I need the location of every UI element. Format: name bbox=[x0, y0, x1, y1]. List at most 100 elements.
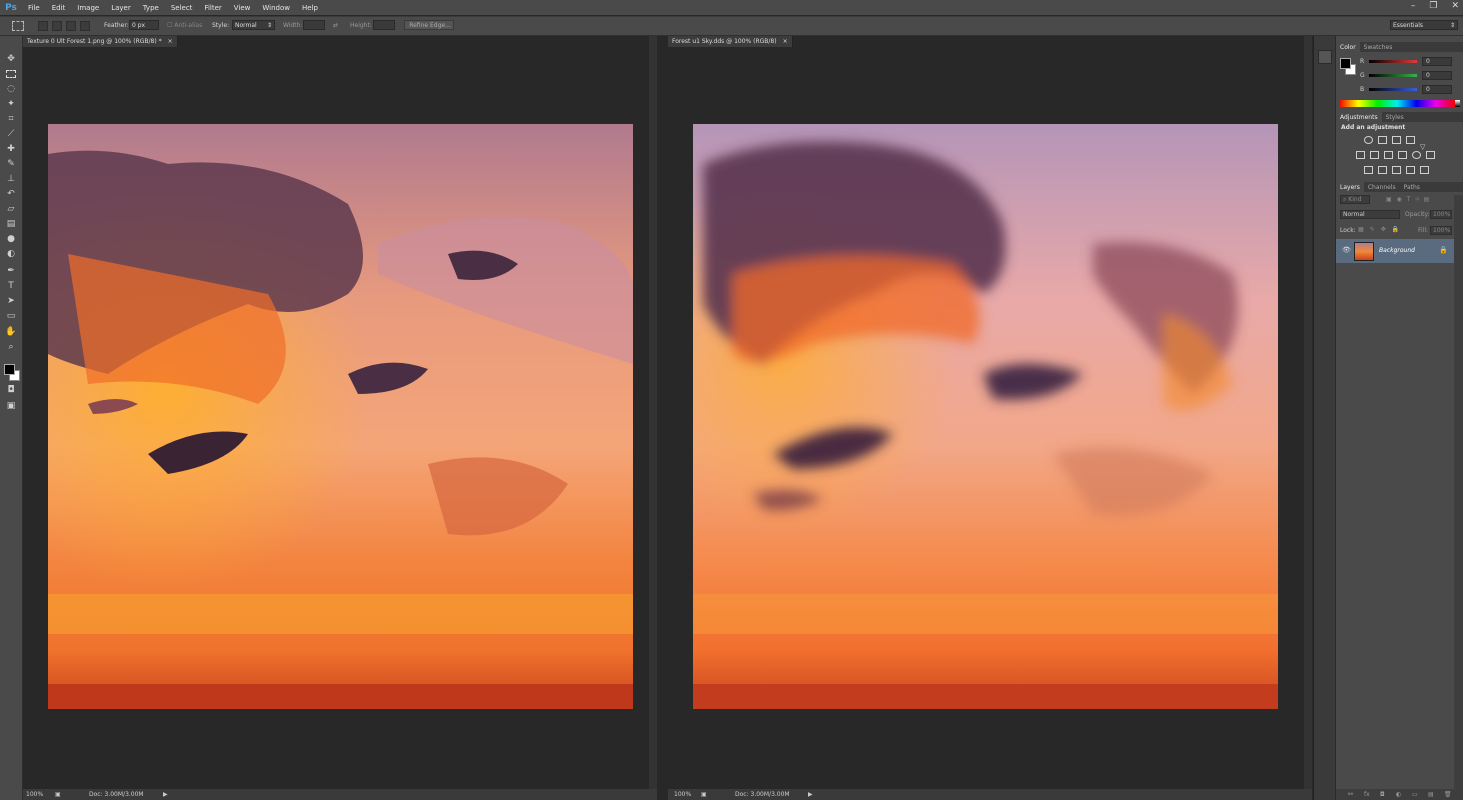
new-layer-icon[interactable]: ▤ bbox=[1428, 791, 1434, 798]
vertical-scrollbar-2[interactable] bbox=[1304, 36, 1312, 800]
green-slider-track[interactable] bbox=[1369, 74, 1417, 77]
filter-kind-select[interactable]: ⌕ Kind bbox=[1340, 195, 1370, 204]
color-foreground-swatch[interactable] bbox=[1340, 58, 1351, 69]
menu-window[interactable]: Window bbox=[256, 4, 296, 12]
clone-stamp-icon[interactable]: ⊥ bbox=[4, 172, 18, 185]
status-menu-arrow-icon[interactable]: ▶ bbox=[808, 791, 813, 798]
blue-value-input[interactable]: 0 bbox=[1422, 85, 1452, 94]
eraser-icon[interactable]: ▱ bbox=[4, 202, 18, 215]
screen-mode-icon[interactable]: ▣ bbox=[4, 399, 18, 412]
type-tool-icon[interactable]: T bbox=[4, 279, 18, 292]
fill-input[interactable]: 100% bbox=[1430, 226, 1452, 235]
canvas-image-1[interactable] bbox=[48, 124, 633, 709]
tab-layers[interactable]: Layers bbox=[1336, 182, 1364, 192]
threshold-icon[interactable] bbox=[1392, 166, 1401, 174]
brightness-contrast-icon[interactable] bbox=[1364, 136, 1373, 144]
new-selection-icon[interactable] bbox=[38, 21, 48, 31]
fx-icon[interactable]: fx bbox=[1364, 791, 1370, 798]
invert-icon[interactable] bbox=[1364, 166, 1373, 174]
quick-mask-icon[interactable]: ◘ bbox=[4, 383, 18, 396]
lasso-icon[interactable]: ◌ bbox=[4, 82, 18, 95]
document-tab-1[interactable]: Texture 0 Ult Forest 1.png @ 100% (RGB/8… bbox=[23, 36, 178, 47]
lock-icons[interactable]: ▦✎✥🔒 bbox=[1358, 226, 1405, 233]
close-window-button[interactable]: ✕ bbox=[1451, 1, 1459, 11]
tab-swatches[interactable]: Swatches bbox=[1360, 42, 1397, 52]
red-slider-track[interactable] bbox=[1369, 60, 1417, 63]
add-mask-icon[interactable]: ◘ bbox=[1380, 791, 1385, 798]
black-white-ramp[interactable] bbox=[1455, 100, 1460, 107]
pen-icon[interactable]: ✒ bbox=[4, 264, 18, 277]
path-selection-icon[interactable]: ➤ bbox=[4, 294, 18, 307]
delete-layer-icon[interactable]: 🗑 bbox=[1444, 791, 1452, 798]
new-adjustment-layer-icon[interactable]: ◐ bbox=[1396, 791, 1401, 798]
tab-paths[interactable]: Paths bbox=[1400, 182, 1424, 192]
intersect-selection-icon[interactable] bbox=[80, 21, 90, 31]
hand-icon[interactable]: ✋ bbox=[4, 325, 18, 338]
rectangular-marquee-icon[interactable] bbox=[4, 67, 18, 80]
layer-row-background[interactable]: 👁 Background 🔒 bbox=[1336, 239, 1454, 263]
link-layers-icon[interactable]: ⚯ bbox=[1348, 791, 1353, 798]
document-tab-2[interactable]: Forest u1 Sky.dds @ 100% (RGB/8) × bbox=[668, 36, 793, 47]
feather-input[interactable]: 0 px bbox=[129, 20, 159, 30]
menu-file[interactable]: File bbox=[22, 4, 46, 12]
zoom-level[interactable]: 100% bbox=[674, 791, 691, 798]
crop-icon[interactable]: ⌗ bbox=[4, 112, 18, 125]
dodge-icon[interactable]: ◐ bbox=[4, 247, 18, 260]
marquee-tool-preset-icon[interactable] bbox=[12, 21, 24, 31]
subtract-selection-icon[interactable] bbox=[66, 21, 76, 31]
black-white-icon[interactable] bbox=[1384, 151, 1393, 159]
history-panel-icon[interactable] bbox=[1318, 50, 1332, 64]
move-tool-icon[interactable]: ✥ bbox=[4, 52, 18, 65]
tab-color[interactable]: Color bbox=[1336, 42, 1360, 52]
red-value-input[interactable]: 0 bbox=[1422, 57, 1452, 66]
menu-help[interactable]: Help bbox=[296, 4, 324, 12]
healing-brush-icon[interactable]: ✚ bbox=[4, 142, 18, 155]
close-tab-icon[interactable]: × bbox=[168, 38, 173, 45]
levels-icon[interactable] bbox=[1378, 136, 1387, 144]
opacity-input[interactable]: 100% bbox=[1430, 210, 1452, 219]
zoom-icon[interactable]: ⌕ bbox=[4, 340, 18, 353]
foreground-color-swatch[interactable] bbox=[4, 364, 15, 375]
vertical-scrollbar-1[interactable] bbox=[649, 36, 657, 800]
workspace-select[interactable]: Essentials ⇕ bbox=[1390, 20, 1458, 30]
exposure-icon[interactable] bbox=[1406, 136, 1415, 144]
menu-layer[interactable]: Layer bbox=[105, 4, 137, 12]
channel-mixer-icon[interactable] bbox=[1412, 151, 1421, 159]
status-menu-arrow-icon[interactable]: ▶ bbox=[163, 791, 168, 798]
doc-info-icon[interactable]: ▣ bbox=[701, 791, 707, 798]
height-input[interactable] bbox=[373, 20, 395, 30]
tab-styles[interactable]: Styles bbox=[1382, 112, 1408, 122]
style-select[interactable]: Normal ⇕ bbox=[232, 20, 275, 30]
add-selection-icon[interactable] bbox=[52, 21, 62, 31]
vibrance-icon[interactable]: ▽ bbox=[1420, 136, 1429, 151]
tab-channels[interactable]: Channels bbox=[1364, 182, 1400, 192]
blend-mode-select[interactable]: Normal bbox=[1340, 210, 1400, 219]
curves-icon[interactable] bbox=[1392, 136, 1401, 144]
hue-saturation-icon[interactable] bbox=[1356, 151, 1365, 159]
color-lookup-icon[interactable] bbox=[1426, 151, 1435, 159]
gradient-icon[interactable]: ▤ bbox=[4, 217, 18, 230]
history-brush-icon[interactable]: ↶ bbox=[4, 187, 18, 200]
minimize-button[interactable]: – bbox=[1411, 1, 1416, 11]
magic-wand-icon[interactable]: ✦ bbox=[4, 97, 18, 110]
swap-icon[interactable]: ⇄ bbox=[333, 20, 338, 31]
zoom-level[interactable]: 100% bbox=[26, 791, 43, 798]
menu-view[interactable]: View bbox=[228, 4, 257, 12]
blue-slider-track[interactable] bbox=[1369, 88, 1417, 91]
doc-info-icon[interactable]: ▣ bbox=[55, 791, 61, 798]
new-group-icon[interactable]: ▭ bbox=[1412, 791, 1418, 798]
selective-color-icon[interactable] bbox=[1406, 166, 1415, 174]
color-spectrum-bar[interactable] bbox=[1339, 100, 1455, 107]
menu-type[interactable]: Type bbox=[137, 4, 165, 12]
layers-scrollbar[interactable] bbox=[1454, 195, 1463, 795]
refine-edge-button[interactable]: Refine Edge... bbox=[404, 20, 454, 30]
menu-filter[interactable]: Filter bbox=[198, 4, 227, 12]
photo-filter-icon[interactable] bbox=[1398, 151, 1407, 159]
color-balance-icon[interactable] bbox=[1370, 151, 1379, 159]
layer-filter-icons[interactable]: ▣◉T⌑▤ bbox=[1386, 196, 1434, 203]
menu-edit[interactable]: Edit bbox=[46, 4, 72, 12]
eye-icon[interactable]: 👁 bbox=[1342, 246, 1351, 254]
rectangle-shape-icon[interactable]: ▭ bbox=[4, 309, 18, 322]
posterize-icon[interactable] bbox=[1378, 166, 1387, 174]
brush-icon[interactable]: ✎ bbox=[4, 157, 18, 170]
